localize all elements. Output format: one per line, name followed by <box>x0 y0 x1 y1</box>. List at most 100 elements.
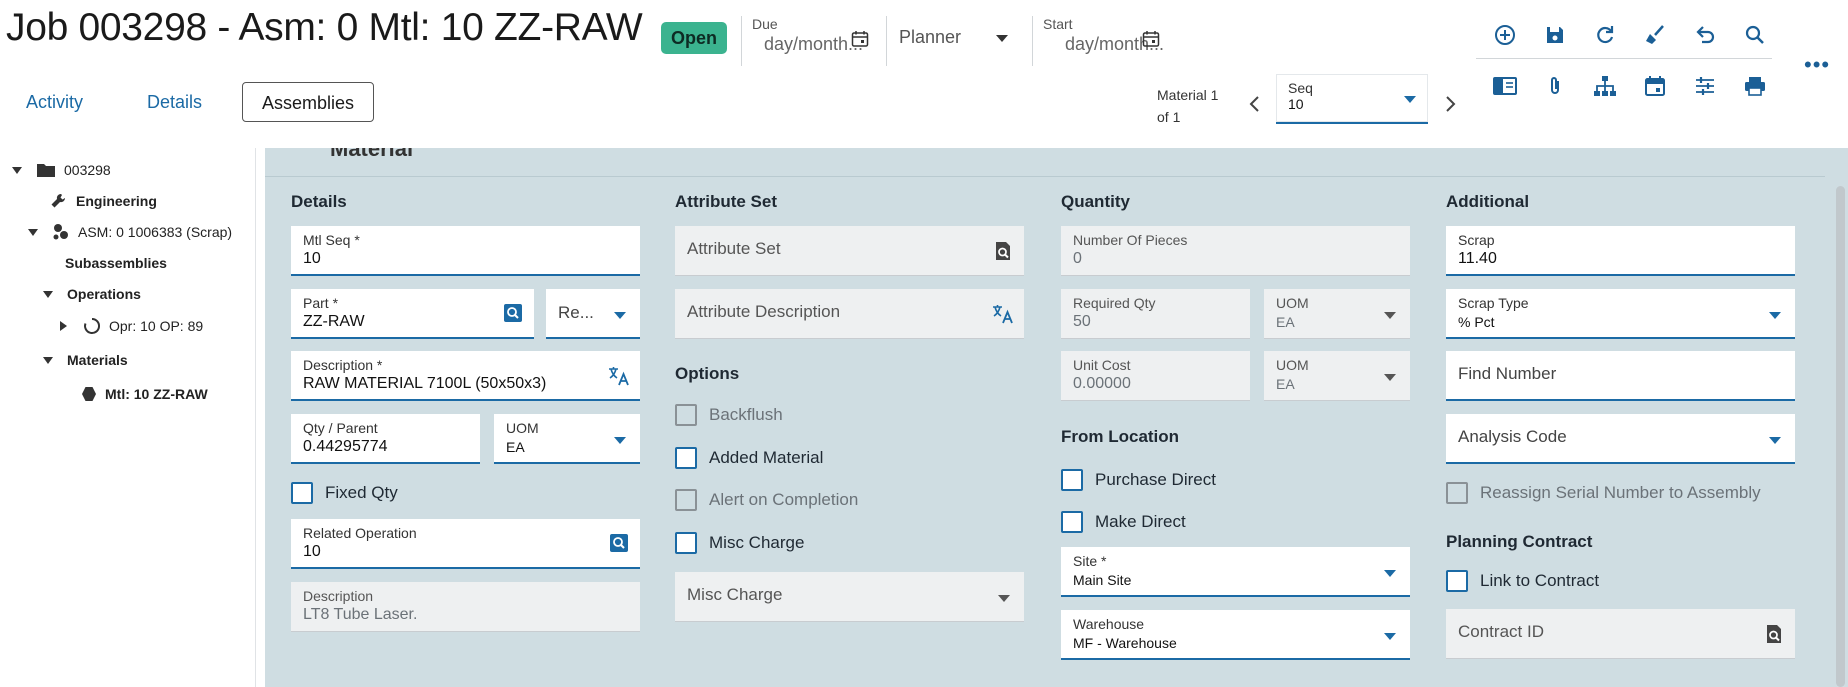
required-qty-label: Required Qty <box>1073 295 1156 311</box>
tracker-icon[interactable] <box>1690 71 1720 101</box>
section-header[interactable]: ⌃⌃ Material <box>265 148 1825 177</box>
calendar-icon[interactable] <box>1640 71 1670 101</box>
tab-activity[interactable]: Activity <box>26 82 83 122</box>
make-direct-checkbox[interactable]: Make Direct <box>1061 511 1186 533</box>
search-icon[interactable] <box>1740 20 1770 50</box>
site-select[interactable]: Site * Main Site <box>1061 547 1410 597</box>
misc-charge-checkbox[interactable]: Misc Charge <box>675 532 804 554</box>
checkbox-box[interactable] <box>1061 469 1083 491</box>
checkbox-box[interactable] <box>675 447 697 469</box>
checkbox-box[interactable] <box>1446 570 1468 592</box>
contract-search-icon[interactable] <box>1763 623 1785 645</box>
chevron-down-icon <box>1769 437 1781 444</box>
chevron-down-icon <box>1384 374 1396 381</box>
print-icon[interactable] <box>1740 71 1770 101</box>
add-icon[interactable] <box>1490 20 1520 50</box>
part-field[interactable]: Part * ZZ-RAW <box>291 289 534 339</box>
revision-select[interactable]: Re... <box>546 289 640 339</box>
toolbar-divider <box>1476 58 1772 59</box>
tab-assemblies[interactable]: Assemblies <box>242 82 375 122</box>
checkbox-box[interactable] <box>1061 511 1083 533</box>
tree-node-material[interactable]: Mtl: 10 ZZ-RAW <box>81 382 208 406</box>
clear-icon[interactable] <box>1640 20 1670 50</box>
attribute-set-search-icon[interactable] <box>992 240 1014 262</box>
find-number-field[interactable]: Find Number <box>1446 351 1795 401</box>
scrap-type-label: Scrap Type <box>1458 295 1529 311</box>
planning-contract-title: Planning Contract <box>1446 532 1593 551</box>
translate-icon[interactable] <box>992 303 1014 325</box>
number-of-pieces-field: Number Of Pieces 0 <box>1061 226 1410 276</box>
status-badge: Open <box>661 22 728 54</box>
tree-node-subassemblies[interactable]: Subassemblies <box>65 251 167 275</box>
chevron-down-icon <box>998 595 1010 602</box>
due-date-field[interactable]: Due day/month... <box>741 16 873 66</box>
translate-icon[interactable] <box>608 365 630 387</box>
chevron-left-icon[interactable] <box>1245 94 1265 114</box>
link-to-contract-label: Link to Contract <box>1480 571 1600 590</box>
fixed-qty-checkbox[interactable]: Fixed Qty <box>291 482 398 504</box>
warehouse-select[interactable]: Warehouse MF - Warehouse <box>1061 610 1410 660</box>
part-search-icon[interactable] <box>502 302 524 324</box>
checkbox-box[interactable] <box>291 482 313 504</box>
number-of-pieces-value: 0 <box>1073 250 1082 267</box>
tree-label-assembly: ASM: 0 1006383 (Scrap) <box>78 224 233 240</box>
qty-parent-field[interactable]: Qty / Parent 0.44295774 <box>291 414 480 464</box>
reassign-serial-checkbox: Reassign Serial Number to Assembly <box>1446 482 1761 504</box>
attribute-set-field[interactable]: Attribute Set <box>675 226 1024 276</box>
misc-charge-select[interactable]: Misc Charge <box>675 572 1024 622</box>
refresh-icon[interactable] <box>1590 20 1620 50</box>
planner-select[interactable]: Planner <box>886 16 1018 66</box>
planner-placeholder: Planner <box>899 27 962 47</box>
description-field[interactable]: Description * RAW MATERIAL 7100L (50x50x… <box>291 351 640 401</box>
purchase-direct-checkbox[interactable]: Purchase Direct <box>1061 469 1216 491</box>
chevron-down-icon <box>1769 312 1781 319</box>
expand-icon[interactable] <box>43 290 53 298</box>
tree-node-engineering[interactable]: Engineering <box>50 189 157 213</box>
number-of-pieces-label: Number Of Pieces <box>1073 232 1188 248</box>
link-to-contract-checkbox[interactable]: Link to Contract <box>1446 570 1599 592</box>
expand-icon[interactable] <box>12 166 22 174</box>
calendar-icon[interactable] <box>851 30 869 48</box>
related-operation-field[interactable]: Related Operation 10 <box>291 519 640 569</box>
more-options-icon[interactable]: ••• <box>1804 52 1830 78</box>
expand-icon[interactable] <box>28 228 38 236</box>
tree-node-operations[interactable]: Operations <box>43 282 141 306</box>
added-material-checkbox[interactable]: Added Material <box>675 447 823 469</box>
save-icon[interactable] <box>1540 20 1570 50</box>
expand-icon[interactable] <box>43 356 53 364</box>
collapse-icon[interactable] <box>60 321 67 331</box>
chevron-down-icon <box>614 312 626 319</box>
tree-node-operation[interactable]: Opr: 10 OP: 89 <box>60 314 203 338</box>
operation-search-icon[interactable] <box>608 532 630 554</box>
attachment-icon[interactable] <box>1540 71 1570 101</box>
tree-node-job[interactable]: 003298 <box>12 158 111 182</box>
unit-cost-field: Unit Cost 0.00000 <box>1061 351 1250 401</box>
start-date-field[interactable]: Start day/month... <box>1032 16 1164 66</box>
cost-uom-value: EA <box>1276 376 1295 392</box>
chevron-right-icon[interactable] <box>1440 94 1460 114</box>
page-title: Job 003298 - Asm: 0 Mtl: 10 ZZ-RAW <box>6 6 643 49</box>
analysis-code-select[interactable]: Analysis Code <box>1446 414 1795 464</box>
additional-title: Additional <box>1446 192 1530 211</box>
required-uom-value: EA <box>1276 314 1295 330</box>
calendar-icon[interactable] <box>1142 30 1160 48</box>
checkbox-box[interactable] <box>675 532 697 554</box>
undo-icon[interactable] <box>1690 20 1720 50</box>
seq-label: Seq <box>1288 80 1313 96</box>
hierarchy-icon[interactable] <box>1590 71 1620 101</box>
contract-id-field[interactable]: Contract ID <box>1446 609 1795 659</box>
scrap-type-select[interactable]: Scrap Type % Pct <box>1446 289 1795 339</box>
scrap-value: 11.40 <box>1458 250 1497 267</box>
collapse-icon[interactable]: ⌃⌃ <box>289 148 319 161</box>
attribute-description-field[interactable]: Attribute Description <box>675 289 1024 339</box>
panel-icon[interactable] <box>1490 71 1520 101</box>
tree-node-assembly[interactable]: ASM: 0 1006383 (Scrap) <box>28 220 232 244</box>
tab-details[interactable]: Details <box>147 82 202 122</box>
site-label: Site * <box>1073 553 1107 569</box>
scrap-field[interactable]: Scrap 11.40 <box>1446 226 1795 276</box>
uom-select[interactable]: UOM EA <box>494 414 640 464</box>
tree-node-materials[interactable]: Materials <box>43 348 128 372</box>
seq-select[interactable]: Seq 10 <box>1276 74 1428 124</box>
vertical-scrollbar[interactable] <box>1836 186 1845 687</box>
mtl-seq-field[interactable]: Mtl Seq * 10 <box>291 226 640 276</box>
